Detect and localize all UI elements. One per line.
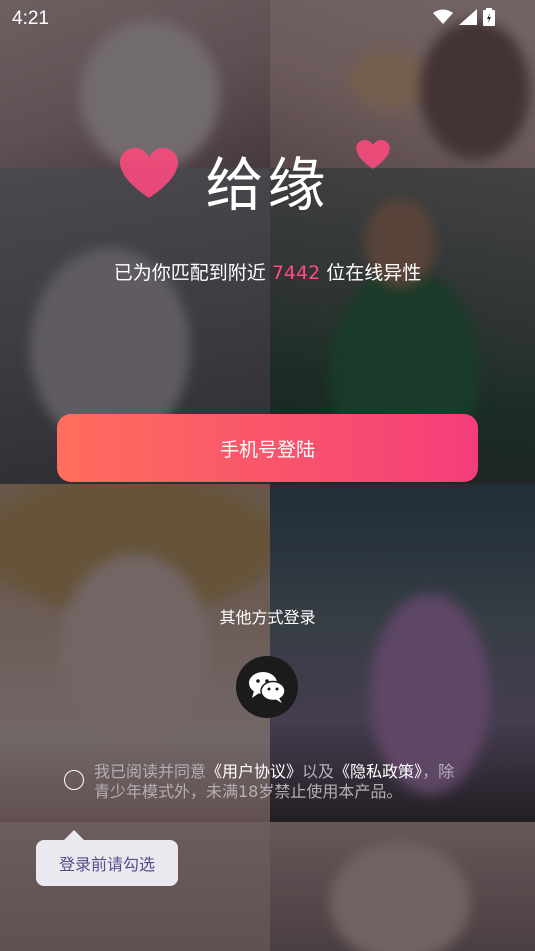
agreement-prefix: 我已阅读并同意 <box>94 762 207 781</box>
nearby-count: 7442 <box>271 262 321 284</box>
logo-text: 给缘 <box>205 151 330 219</box>
app-logo: 给缘 <box>0 130 535 230</box>
agreement-checkbox[interactable] <box>64 770 84 790</box>
other-login-methods-label: 其他方式登录 <box>219 608 316 627</box>
signal-icon <box>459 9 477 29</box>
agreement-and: 以及 <box>302 762 335 781</box>
phone-login-button[interactable]: 手机号登陆 <box>57 414 478 482</box>
wechat-login-button[interactable] <box>236 656 298 718</box>
privacy-policy-link[interactable]: 《隐私政策》 <box>334 762 422 781</box>
match-tagline: 已为你匹配到附近 7442 位在线异性 <box>0 258 535 285</box>
tagline-suffix: 位在线异性 <box>326 262 422 284</box>
tagline-prefix: 已为你匹配到附近 <box>113 262 266 284</box>
check-reminder-tooltip: 登录前请勾选 <box>36 840 178 886</box>
tooltip-arrow <box>64 830 84 840</box>
wechat-icon <box>248 671 286 707</box>
agreement-text: 我已阅读并同意《用户协议》以及《隐私政策》，除青少年模式外，未满18岁禁止使用本… <box>94 762 469 802</box>
status-icons <box>433 8 495 30</box>
user-agreement-link[interactable]: 《用户协议》 <box>206 762 302 781</box>
status-time: 4:21 <box>12 8 49 29</box>
wifi-icon <box>433 9 453 29</box>
status-bar: 4:21 <box>0 0 535 36</box>
battery-icon <box>483 8 495 30</box>
